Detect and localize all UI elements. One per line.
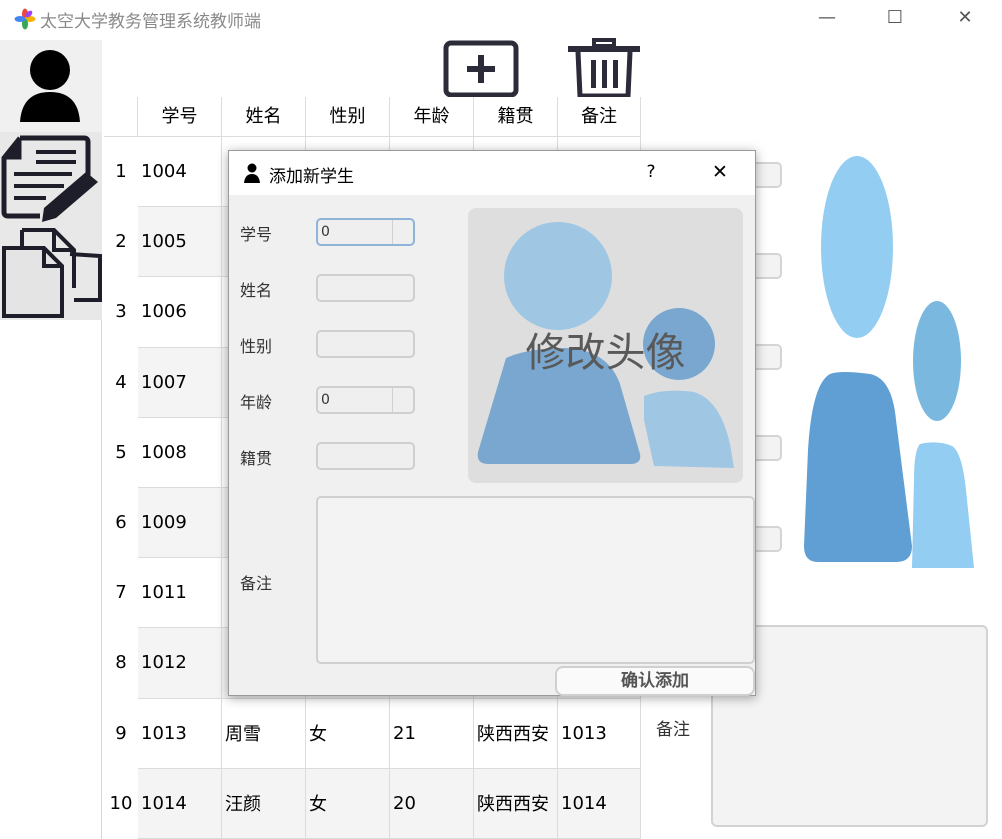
cell-id[interactable]: 1012 [138,628,222,699]
form-field[interactable] [752,435,782,461]
row-number[interactable]: 4 [104,348,138,418]
column-header-id[interactable]: 学号 [138,97,222,137]
gender-label: 性别 [240,337,273,356]
window-title: 太空大学教务管理系统教师端 [40,12,261,32]
cell-id[interactable]: 1004 [138,137,222,208]
sidebar-item-copy[interactable] [0,226,102,320]
user-icon [244,163,260,183]
remark-label: 备注 [240,574,273,593]
age-label: 年龄 [240,393,273,412]
cell-id[interactable]: 1008 [138,417,222,488]
maximize-button[interactable]: ☐ [880,6,910,30]
cell-gender[interactable]: 女 [306,698,390,769]
close-button[interactable]: ✕ [950,6,980,30]
user-icon [20,50,80,122]
spinbox-divider [392,220,393,244]
edit-document-icon [1,135,98,222]
remark-textarea[interactable] [316,496,755,664]
form-field[interactable] [752,344,782,370]
id-spinbox[interactable]: 0 [316,218,415,246]
app-logo-icon [14,8,36,30]
origin-input[interactable] [316,442,415,470]
origin-label: 籍贯 [240,449,273,468]
close-icon: ✕ [957,7,973,28]
form-field[interactable] [752,162,782,188]
form-field[interactable] [752,526,782,552]
copy-files-icon [2,228,102,318]
cell-name[interactable]: 周雪 [222,698,306,769]
row-number[interactable]: 9 [104,699,138,769]
cell-note[interactable]: 1014 [558,768,641,839]
sidebar-item-edit[interactable] [0,132,102,226]
title-bar: 太空大学教务管理系统教师端 — ☐ ✕ [0,0,1002,38]
change-avatar-label: 修改头像 [525,330,686,376]
row-number[interactable]: 1 [104,137,138,207]
maximize-icon: ☐ [886,7,904,28]
row-number[interactable]: 8 [104,628,138,698]
minimize-icon: — [818,7,836,28]
column-header-gender[interactable]: 性别 [306,97,390,137]
row-number[interactable]: 5 [104,418,138,488]
cell-gender[interactable]: 女 [306,768,390,839]
column-header-age[interactable]: 年龄 [390,97,474,137]
minimize-button[interactable]: — [812,6,842,30]
column-header-name[interactable]: 姓名 [222,97,306,137]
change-avatar-button[interactable]: 修改头像 [468,208,743,483]
column-header-note[interactable]: 备注 [558,97,641,137]
cell-id[interactable]: 1005 [138,207,222,278]
age-spinbox[interactable]: 0 [316,386,415,414]
cell-id[interactable]: 1011 [138,558,222,629]
row-number[interactable]: 2 [104,207,138,277]
id-value: 0 [321,224,330,240]
table-corner [104,97,138,137]
name-input[interactable] [316,274,415,302]
cell-id[interactable]: 1007 [138,347,222,418]
add-student-button[interactable] [443,40,519,98]
row-number[interactable]: 6 [104,488,138,558]
cell-age[interactable]: 21 [390,698,474,769]
cell-name[interactable]: 汪颜 [222,768,306,839]
confirm-add-button[interactable]: 确认添加 [555,666,755,696]
help-button[interactable]: ? [639,162,663,182]
dialog-close-button[interactable]: ✕ [707,161,733,183]
gender-input[interactable] [316,330,415,358]
avatar-placeholder-icon[interactable] [800,150,980,580]
cell-id[interactable]: 1013 [138,698,222,769]
remark-label: 备注 [656,720,690,740]
plus-box-icon [443,40,519,98]
dialog-title: 添加新学生 [269,167,354,187]
row-number[interactable]: 7 [104,558,138,628]
row-number[interactable]: 3 [104,277,138,347]
id-label: 学号 [240,225,273,244]
cell-id[interactable]: 1006 [138,277,222,348]
column-header-origin[interactable]: 籍贯 [474,97,558,137]
sidebar-item-user[interactable] [0,40,102,132]
delete-student-button[interactable] [566,38,642,99]
sidebar [0,40,102,839]
row-number[interactable]: 10 [104,769,138,839]
cell-id[interactable]: 1009 [138,488,222,559]
cell-age[interactable]: 20 [390,768,474,839]
cell-id[interactable]: 1014 [138,768,222,839]
add-student-dialog: 添加新学生 ? ✕ 学号 0 姓名 性别 年龄 0 籍贯 修改头像 备注 确认添… [228,150,756,696]
cell-note[interactable]: 1013 [558,698,641,769]
spinbox-divider [392,388,393,412]
name-label: 姓名 [240,281,273,300]
cell-origin[interactable]: 陕西西安 [474,698,558,769]
trash-icon [568,38,640,99]
cell-origin[interactable]: 陕西西安 [474,768,558,839]
dialog-title-bar: 添加新学生 ? ✕ [229,151,755,195]
age-value: 0 [321,392,330,408]
form-field[interactable] [752,253,782,279]
